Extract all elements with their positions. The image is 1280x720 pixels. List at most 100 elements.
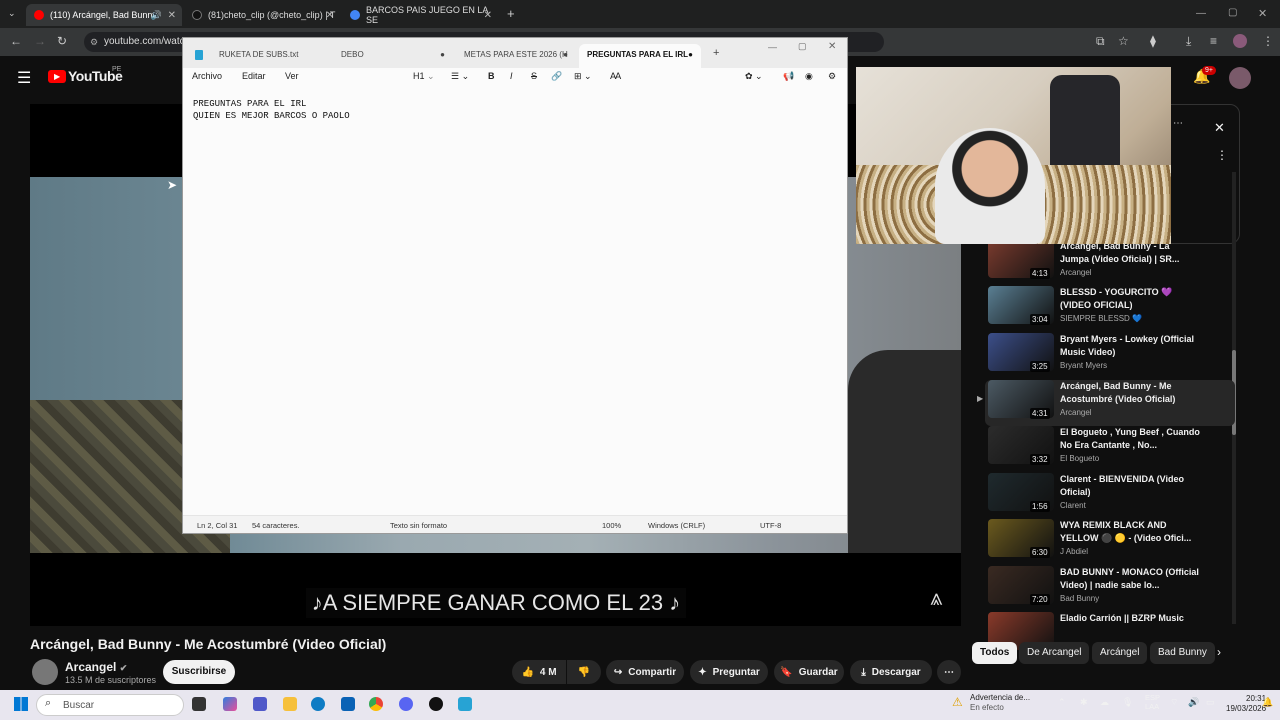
more-actions-button[interactable]: ⋯ — [937, 660, 961, 684]
copilot-icon[interactable]: ✿ ⌄ — [745, 71, 763, 82]
recommended-video[interactable]: 3:25 Bryant Myers - Lowkey (Official Musi… — [985, 333, 1235, 379]
site-info-icon[interactable]: ⚙ — [90, 37, 98, 48]
file-explorer-icon[interactable] — [283, 697, 297, 711]
video-title[interactable]: Bryant Myers - Lowkey (Official Music Vi… — [1060, 333, 1200, 359]
list-format-icon[interactable]: ☰ ⌄ — [451, 71, 469, 82]
network-icon[interactable]: ⌔ — [1170, 697, 1178, 708]
browser-menu-icon[interactable]: ⋮ — [1262, 34, 1274, 48]
recommended-video[interactable]: 1:56 Clarent - BIENVENIDA (Video Oficial)… — [985, 473, 1235, 519]
zoom-level[interactable]: 100% — [602, 521, 621, 530]
task-view-icon[interactable] — [192, 697, 206, 711]
clear-formatting-icon[interactable]: Ꜳ — [610, 71, 621, 82]
minimize-window-icon[interactable]: — — [1196, 8, 1206, 19]
channel-name[interactable]: Arcangel ✔ — [65, 660, 127, 674]
download-button[interactable]: ⤓ Descargar — [850, 660, 932, 684]
channel-avatar[interactable] — [32, 659, 58, 685]
taskbar-clock[interactable]: 20:31 19/03/2026 — [1226, 694, 1266, 714]
profile-avatar[interactable] — [1233, 34, 1247, 48]
notepad-minimize-icon[interactable]: — — [768, 42, 777, 52]
edge-icon[interactable] — [311, 697, 325, 711]
chip-arcangel[interactable]: Arcángel — [1092, 642, 1148, 664]
notepad-tab[interactable]: RUKETA DE SUBS.txt — [183, 44, 323, 68]
announce-icon[interactable]: 📢 — [783, 71, 794, 82]
chip-from-channel[interactable]: De Arcangel — [1019, 642, 1090, 664]
panel-more-icon[interactable]: ⋮ — [1216, 148, 1228, 162]
browser-tab-youtube[interactable]: (110) Arcángel, Bad Bunny 🔊 ✕ — [26, 4, 182, 26]
tab-search-icon[interactable]: ⌄ — [8, 8, 16, 19]
settings-gear-icon[interactable]: ⚙ — [828, 71, 836, 82]
notepad-tab-active[interactable]: PREGUNTAS PARA EL IRL ● — [579, 44, 701, 68]
store-icon[interactable] — [341, 697, 355, 711]
menu-file[interactable]: Archivo — [192, 71, 222, 81]
notepad-new-tab-icon[interactable]: + — [713, 47, 719, 59]
video-title[interactable]: Eladio Carrión || BZRP Music — [1060, 612, 1200, 625]
close-tab-icon[interactable]: ✕ — [484, 10, 492, 21]
obs-icon[interactable] — [429, 697, 443, 711]
table-icon[interactable]: ⊞ ⌄ — [574, 71, 592, 82]
volume-icon[interactable]: 🔊 — [1188, 697, 1199, 708]
strikethrough-icon[interactable]: S — [531, 71, 537, 81]
italic-icon[interactable]: I — [510, 71, 513, 81]
video-title[interactable]: Arcángel, Bad Bunny - Me Acostumbré (Vid… — [1060, 380, 1200, 406]
close-panel-icon[interactable]: ✕ — [1214, 120, 1225, 136]
tray-cloud-icon[interactable]: ☁ — [1100, 697, 1109, 708]
teams-icon[interactable] — [253, 697, 267, 711]
save-button[interactable]: 🔖 Guardar — [774, 660, 844, 684]
recommended-video[interactable]: 7:20 BAD BUNNY - MONACO (Official Video) … — [985, 566, 1235, 612]
new-tab-button[interactable]: + — [507, 6, 515, 21]
video-title[interactable]: BAD BUNNY - MONACO (Official Video) | na… — [1060, 566, 1200, 592]
recommended-video[interactable]: 3:32 El Bogueto , Yung Beef , Cuando No E… — [985, 426, 1235, 472]
video-title[interactable]: Clarent - BIENVENIDA (Video Oficial) — [1060, 473, 1200, 499]
line-ending[interactable]: Windows (CRLF) — [648, 521, 705, 530]
notification-center-icon[interactable]: 🔔 — [1262, 697, 1273, 708]
forward-icon[interactable]: → — [34, 34, 46, 48]
notepad-close-icon[interactable]: ✕ — [828, 41, 836, 52]
ask-button[interactable]: ✦ Preguntar — [690, 660, 768, 684]
chip-all[interactable]: Todos — [972, 642, 1018, 664]
close-tab-icon[interactable]: ✕ — [326, 10, 334, 21]
share-button[interactable]: ↪ Compartir — [606, 660, 684, 684]
close-window-icon[interactable]: ✕ — [1258, 7, 1267, 20]
recommended-video[interactable]: 6:30 WYA REMIX BLACK AND YELLOW ⚫ 🟡 - (Vi… — [985, 519, 1235, 565]
downloads-icon[interactable]: ⤓ — [1186, 34, 1191, 49]
recommended-video[interactable]: 3:04 BLESSD - YOGURCITO 💜 (VIDEO OFICIAL)… — [985, 286, 1235, 332]
extensions-icon[interactable]: ⧫ — [1150, 34, 1156, 48]
video-title[interactable]: BLESSD - YOGURCITO 💜 (VIDEO OFICIAL) — [1060, 286, 1200, 312]
panel-menu-icon[interactable]: ⋯ — [1173, 118, 1183, 129]
tray-chevron-icon[interactable]: ⌃ — [1058, 697, 1066, 708]
warning-notification[interactable]: Advertencia de... En efecto — [970, 693, 1030, 713]
keyboard-language[interactable]: ESP LAA — [1145, 693, 1160, 711]
reload-icon[interactable]: ↻ — [57, 34, 67, 48]
chip-bad-bunny[interactable]: Bad Bunny — [1150, 642, 1215, 664]
tray-bluetooth-icon[interactable]: ✱ — [1080, 697, 1088, 708]
chips-next-icon[interactable]: › — [1217, 645, 1221, 659]
notepad-text-area[interactable]: PREGUNTAS PARA EL IRL QUIEN ES MEJOR BAR… — [193, 98, 350, 122]
back-icon[interactable]: ← — [10, 34, 22, 48]
user-avatar[interactable] — [1229, 67, 1251, 89]
video-title[interactable]: El Bogueto , Yung Beef , Cuando No Era C… — [1060, 426, 1200, 452]
link-icon[interactable]: 🔗 — [551, 71, 562, 82]
notepad-maximize-icon[interactable]: ▢ — [798, 41, 807, 52]
subscribe-button[interactable]: Suscribirse — [163, 660, 235, 684]
account-icon[interactable]: ◉ — [805, 71, 813, 82]
notepad-tab[interactable]: METAS PARA ESTE 2026 (H ● — [428, 44, 574, 68]
hamburger-menu-icon[interactable]: ☰ — [17, 68, 31, 88]
recommended-video[interactable]: 4:31 Arcángel, Bad Bunny - Me Acostumbré … — [977, 380, 1235, 426]
tray-mic-icon[interactable]: 🎙 — [1122, 697, 1133, 708]
browser-tab-tiktok[interactable]: (81)cheto_clip (@cheto_clip) | T ✕ — [184, 4, 340, 26]
copilot-taskbar-icon[interactable] — [223, 697, 237, 711]
taskbar-search-input[interactable]: Buscar — [36, 694, 184, 716]
maximize-window-icon[interactable]: ▢ — [1228, 7, 1237, 18]
tab-groups-icon[interactable]: ≡ — [1210, 34, 1217, 48]
menu-edit[interactable]: Editar — [242, 71, 266, 81]
windows-start-icon[interactable] — [14, 697, 28, 711]
cast-icon[interactable]: ⧉ — [1096, 34, 1105, 49]
browser-tab-google[interactable]: BARCOS PAIS JUEGO EN LA SE ✕ — [342, 4, 498, 26]
chrome-icon[interactable] — [369, 697, 383, 711]
menu-view[interactable]: Ver — [285, 71, 299, 81]
encoding[interactable]: UTF-8 — [760, 521, 781, 530]
discord-icon[interactable] — [399, 697, 413, 711]
recommended-video[interactable]: 4:13 Arcángel, Bad Bunny - La Jumpa (Vide… — [985, 240, 1235, 286]
dislike-button[interactable]: 👎 — [567, 660, 601, 684]
video-title[interactable]: WYA REMIX BLACK AND YELLOW ⚫ 🟡 - (Video … — [1060, 519, 1200, 545]
